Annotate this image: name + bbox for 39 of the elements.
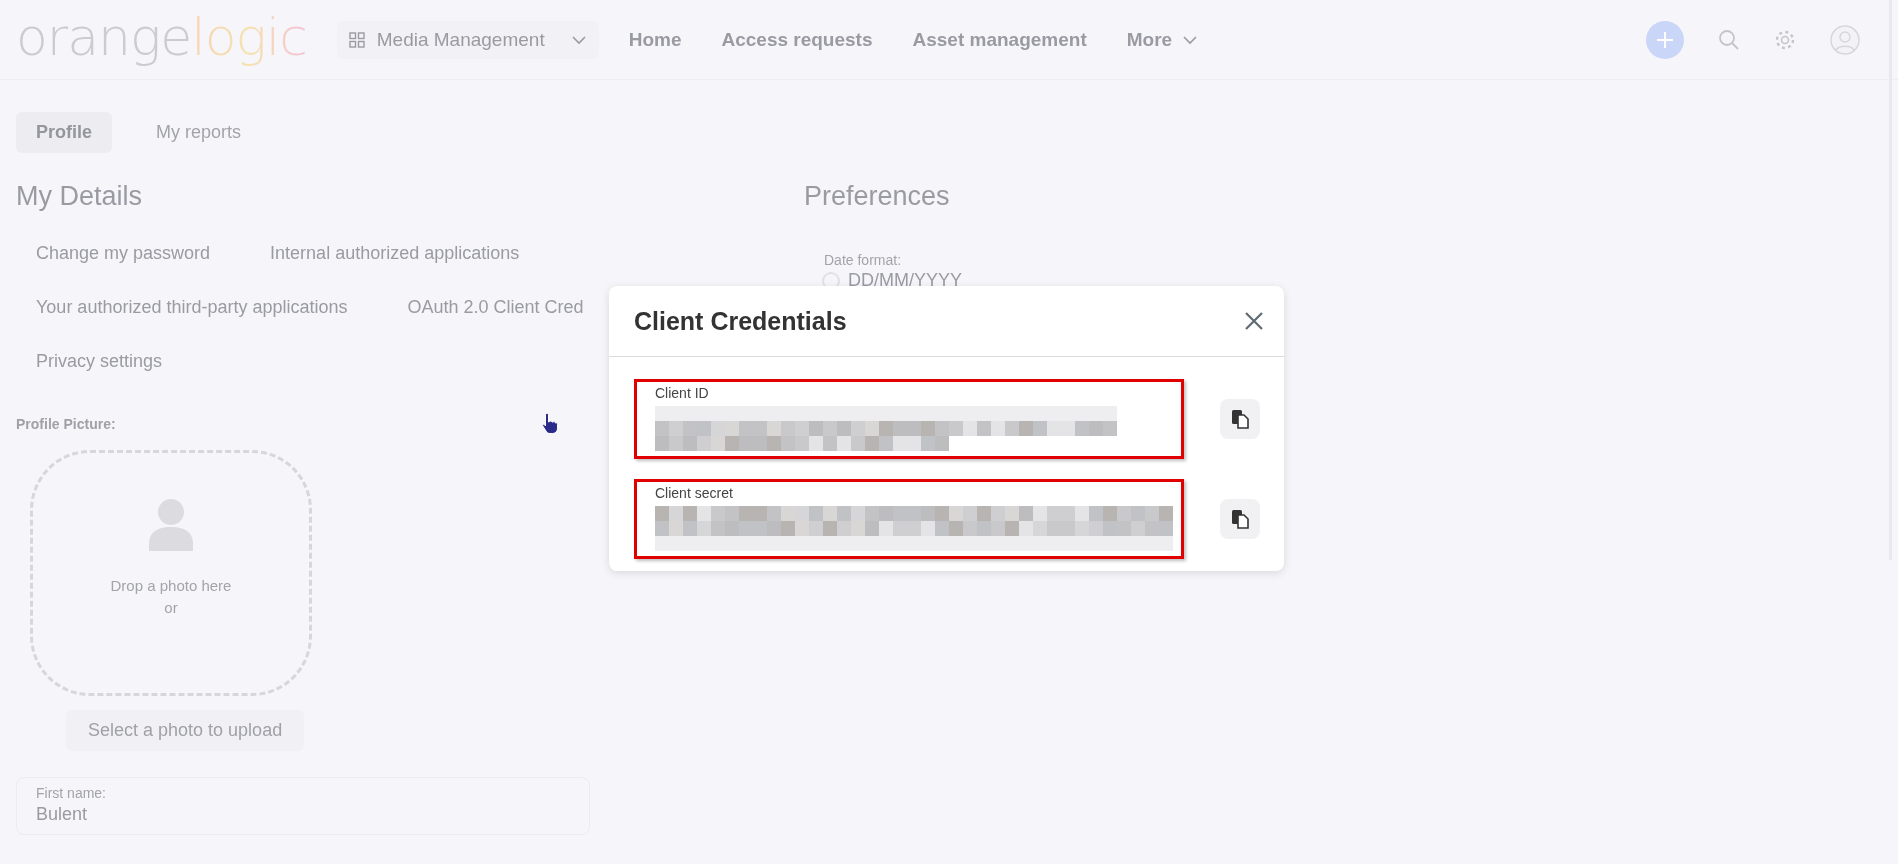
drop-hint: Drop a photo here <box>110 576 232 596</box>
workspace-dropdown[interactable]: Media Management <box>336 20 599 59</box>
avatar-icon[interactable] <box>1830 24 1860 55</box>
credential-field[interactable]: Client ID <box>634 379 1184 459</box>
field-label: Date format: <box>824 252 903 268</box>
chevron-down-icon <box>1182 34 1199 45</box>
person-icon <box>149 499 193 551</box>
copy-button[interactable] <box>1220 499 1260 539</box>
section-title: My Details <box>16 181 144 212</box>
settings-icon[interactable] <box>1774 28 1796 51</box>
tab[interactable]: Profile <box>16 112 112 153</box>
settings-link[interactable]: Privacy settings <box>36 350 163 372</box>
grid-icon <box>348 31 365 48</box>
settings-link[interactable]: Your authorized third-party applications <box>36 296 348 318</box>
first-name-field[interactable]: First name: Bulent <box>16 777 590 835</box>
settings-link[interactable]: Internal authorized applications <box>270 242 520 264</box>
close-icon[interactable] <box>1244 311 1264 331</box>
drop-hint: or <box>164 598 178 618</box>
field-label: Profile Picture: <box>16 416 116 432</box>
copy-icon <box>1231 409 1249 429</box>
chevron-down-icon <box>570 34 587 45</box>
photo-drop-zone[interactable]: Drop a photo here or <box>30 450 312 696</box>
nav-link[interactable]: Home <box>628 28 682 51</box>
upload-button[interactable]: Select a photo to upload <box>66 710 305 751</box>
settings-link[interactable]: Change my password <box>36 242 211 264</box>
nav-link[interactable]: Asset management <box>912 28 1087 51</box>
search-icon[interactable] <box>1718 28 1740 51</box>
settings-link[interactable]: OAuth 2.0 Client Cred <box>407 296 584 318</box>
nav-menu[interactable]: More <box>1126 28 1199 51</box>
copy-button[interactable] <box>1220 399 1260 439</box>
copy-icon <box>1231 509 1249 529</box>
section-title: Preferences <box>804 181 951 212</box>
credential-field[interactable]: Client secret <box>634 479 1184 559</box>
hand-cursor-icon <box>542 412 558 434</box>
add-icon[interactable] <box>1646 20 1684 59</box>
option-label: DD/MM/YYYY <box>848 270 962 291</box>
nav-link[interactable]: Access requests <box>721 28 873 51</box>
tab[interactable]: My reports <box>136 112 262 153</box>
dialog-title: Client Credentials <box>634 306 847 336</box>
